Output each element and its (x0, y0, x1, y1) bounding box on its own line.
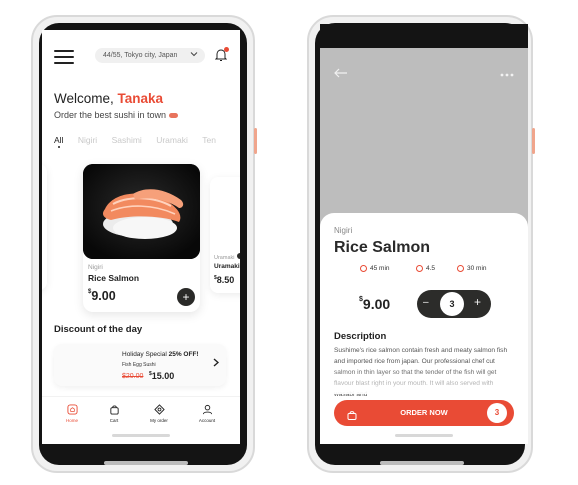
meta-calories: 30 min (457, 265, 487, 272)
promo-discount: 25% OFF! (168, 351, 199, 358)
tab-ten[interactable]: Ten (202, 135, 216, 145)
detail-screen: Nigiri Rice Salmon 45 min 4.5 30 min $9.… (320, 48, 528, 444)
peek-right-name: Uramaki (214, 263, 240, 270)
nav-my-order[interactable]: My order (142, 404, 176, 423)
user-name: Tanaka (117, 91, 164, 106)
tab-all[interactable]: All (54, 135, 63, 145)
description-title: Description (334, 331, 387, 342)
promo-title-prefix: Holiday Special (122, 351, 169, 358)
account-icon (202, 404, 212, 415)
active-tab-indicator (58, 146, 60, 148)
description-fade (320, 368, 528, 394)
side-button-right-phone (532, 128, 535, 154)
tab-uramaki[interactable]: Uramaki (156, 135, 188, 145)
cart-icon (109, 405, 119, 415)
promo-new-price-value: 15.00 (151, 371, 175, 381)
meta-rating-text: 4.5 (426, 265, 436, 273)
product-card-peek-left[interactable]: i + (42, 164, 47, 290)
home-icon (66, 404, 78, 415)
nav-home[interactable]: Home (55, 404, 89, 423)
rice-salmon-image (83, 164, 200, 259)
flame-icon (457, 265, 464, 272)
tab-nigiri[interactable]: Nigiri (78, 135, 97, 145)
home-screen: 44/55, Tokyo city, Japan Welcome, Tanaka… (42, 30, 240, 444)
quantity-value: 3 (440, 292, 464, 316)
product-name: Rice Salmon (88, 273, 140, 283)
detail-category: Nigiri (334, 226, 353, 235)
promo-new-price: $15.00 (149, 371, 174, 381)
product-price: $9.00 (88, 289, 116, 303)
price-value: 9.00 (91, 289, 116, 303)
location-text: 44/55, Tokyo city, Japan (103, 52, 178, 59)
promo-item-name: Fish Egg Sushi (122, 362, 156, 368)
product-card-peek-right[interactable]: Uramaki Uramaki $8.50 (210, 177, 240, 293)
tagline: Order the best sushi in town (54, 110, 179, 120)
promo-old-price: $20.00 (122, 373, 144, 380)
discount-section-title: Discount of the day (54, 324, 143, 335)
detail-title: Rice Salmon (334, 239, 431, 256)
nav-cart-label: Cart (109, 418, 119, 423)
meta-rating: 4.5 (416, 265, 435, 272)
home-indicator-right (395, 434, 453, 437)
meta-time-text: 45 min (370, 265, 390, 273)
peek-right-dot (237, 253, 240, 259)
increase-button[interactable]: + (474, 295, 481, 309)
location-selector[interactable]: 44/55, Tokyo city, Japan (95, 48, 205, 63)
category-tabs: All Nigiri Sashimi Uramaki Ten (54, 135, 228, 145)
promo-title: Holiday Special 25% OFF! (122, 351, 199, 358)
nav-home-label: Home (65, 418, 78, 423)
peek-right-price-value: 8.50 (216, 275, 235, 285)
more-options-icon[interactable] (500, 69, 514, 79)
chevron-down-icon (190, 50, 198, 60)
order-icon (153, 404, 165, 415)
welcome-heading: Welcome, Tanaka (54, 91, 163, 106)
nav-cart[interactable]: Cart (97, 404, 131, 423)
sushi-icon (169, 113, 179, 119)
mockup-stage: 44/55, Tokyo city, Japan Welcome, Tanaka… (0, 0, 578, 485)
order-count-badge: 3 (487, 403, 507, 423)
nav-account-label: Account (198, 418, 216, 423)
star-icon (416, 265, 423, 272)
peek-right-price: $8.50 (214, 275, 234, 285)
detail-price: $9.00 (359, 296, 390, 312)
peek-right-category: Uramaki (214, 255, 235, 261)
product-category: Nigiri (88, 264, 103, 271)
bottom-bar-left (104, 461, 188, 465)
meta-time: 45 min (360, 265, 390, 272)
side-button-left-phone (254, 128, 257, 154)
clock-icon (360, 265, 367, 272)
add-to-cart-button[interactable]: + (177, 288, 195, 306)
back-arrow-icon[interactable] (334, 66, 348, 81)
welcome-prefix: Welcome, (54, 91, 118, 106)
chevron-right-icon[interactable] (213, 358, 220, 370)
nav-my-order-label: My order (150, 418, 168, 423)
status-area (320, 24, 528, 48)
nav-account[interactable]: Account (190, 404, 224, 423)
menu-icon[interactable] (54, 50, 74, 64)
notification-dot (224, 47, 229, 52)
tagline-text: Order the best sushi in town (54, 110, 167, 120)
bottom-bar-right (380, 461, 464, 465)
detail-price-value: 9.00 (362, 296, 391, 312)
home-indicator (112, 434, 170, 437)
tab-sashimi[interactable]: Sashimi (112, 135, 142, 145)
meta-calories-text: 30 min (467, 265, 487, 273)
decrease-button[interactable]: – (423, 297, 429, 308)
